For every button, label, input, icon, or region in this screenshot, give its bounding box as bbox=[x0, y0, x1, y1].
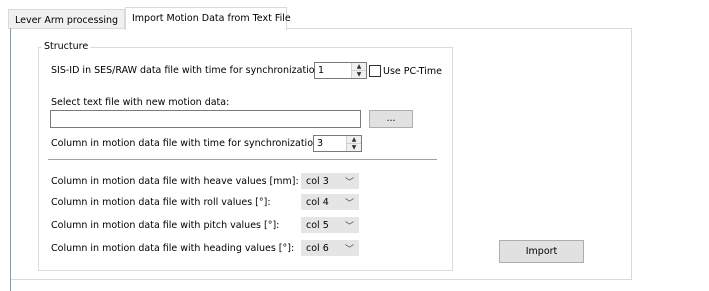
heave-column-label: Column in motion data file with heave va… bbox=[51, 176, 299, 187]
use-pc-time-label: Use PC-Time bbox=[383, 66, 442, 77]
roll-column-select[interactable]: col 4 ﹀ bbox=[300, 193, 360, 211]
tab-import-motion-data[interactable]: Import Motion Data from Text File bbox=[125, 7, 291, 30]
select-file-label: Select text file with new motion data: bbox=[51, 97, 230, 108]
time-column-value: 3 bbox=[317, 138, 324, 149]
pitch-column-value: col 5 bbox=[306, 220, 329, 231]
heading-column-select[interactable]: col 6 ﹀ bbox=[300, 239, 360, 257]
sis-id-value: 1 bbox=[318, 65, 325, 76]
tab-label: Import Motion Data from Text File bbox=[132, 13, 291, 24]
sis-id-spin-arrows[interactable]: ▲ ▼ bbox=[351, 63, 366, 78]
spin-up-icon[interactable]: ▲ bbox=[347, 136, 361, 144]
chevron-down-icon: ﹀ bbox=[344, 199, 354, 209]
file-path-input[interactable] bbox=[50, 110, 361, 128]
pitch-column-select[interactable]: col 5 ﹀ bbox=[300, 216, 360, 234]
browse-label: ... bbox=[386, 113, 396, 124]
sis-id-spinbox[interactable]: 1 ▲ ▼ bbox=[314, 62, 367, 79]
import-button[interactable]: Import bbox=[499, 240, 584, 263]
time-column-spin-arrows[interactable]: ▲ ▼ bbox=[346, 136, 361, 151]
window-edge bbox=[10, 28, 11, 291]
structure-legend: Structure bbox=[42, 41, 91, 52]
tab-lever-arm-processing[interactable]: Lever Arm processing bbox=[8, 9, 125, 29]
chevron-down-icon: ﹀ bbox=[344, 245, 354, 255]
spin-down-icon[interactable]: ▼ bbox=[352, 71, 366, 78]
chevron-down-icon: ﹀ bbox=[344, 178, 354, 188]
browse-button[interactable]: ... bbox=[369, 110, 413, 128]
import-button-label: Import bbox=[525, 246, 558, 257]
heading-column-label: Column in motion data file with heading … bbox=[51, 243, 295, 254]
time-column-label: Column in motion data file with time for… bbox=[51, 138, 323, 149]
chevron-down-icon: ﹀ bbox=[344, 222, 354, 232]
separator bbox=[48, 159, 437, 160]
sis-id-label: SIS-ID in SES/RAW data file with time fo… bbox=[51, 65, 324, 76]
heave-column-value: col 3 bbox=[306, 176, 329, 187]
pitch-column-label: Column in motion data file with pitch va… bbox=[51, 220, 280, 231]
use-pc-time-checkbox[interactable] bbox=[369, 65, 381, 77]
roll-column-value: col 4 bbox=[306, 197, 329, 208]
tab-label: Lever Arm processing bbox=[15, 15, 119, 26]
time-column-spinbox[interactable]: 3 ▲ ▼ bbox=[313, 135, 362, 152]
spin-down-icon[interactable]: ▼ bbox=[347, 144, 361, 151]
spin-up-icon[interactable]: ▲ bbox=[352, 63, 366, 71]
heave-column-select[interactable]: col 3 ﹀ bbox=[300, 172, 360, 190]
roll-column-label: Column in motion data file with roll val… bbox=[51, 197, 271, 208]
heading-column-value: col 6 bbox=[306, 243, 329, 254]
